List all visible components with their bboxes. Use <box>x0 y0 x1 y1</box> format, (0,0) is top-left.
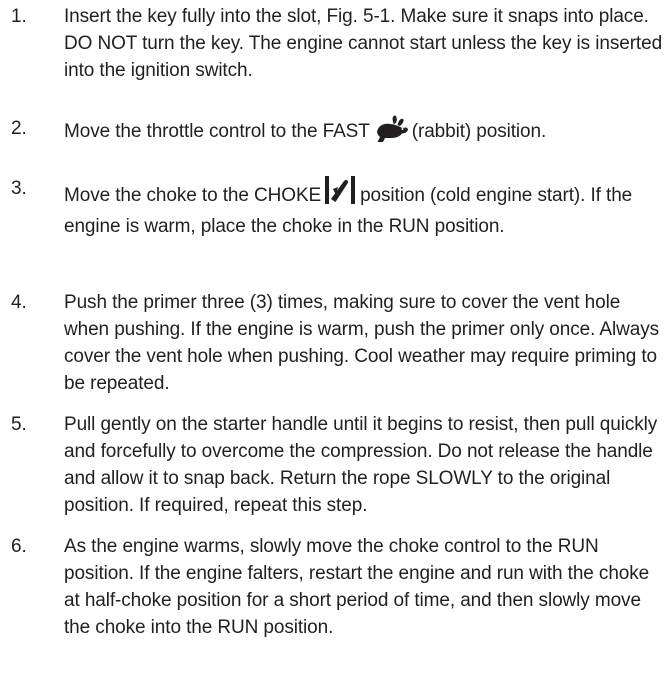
step-text: As the engine warms, slowly move the cho… <box>64 536 650 638</box>
step-number: 5. <box>11 414 27 435</box>
step-text: Insert the key fully into the slot, Fig.… <box>64 6 663 81</box>
step-5: 5. Pull gently on the starter handle unt… <box>0 411 667 519</box>
step-text: Push the primer three (3) times, making … <box>64 292 659 394</box>
step-text: Move the throttle control to the FAST (r… <box>64 115 548 151</box>
step-2: 2. Move the throttle control to the FAST… <box>0 115 548 151</box>
step-number: 6. <box>11 536 27 557</box>
step-3: 3. Move the choke to the CHOKE position … <box>0 175 667 240</box>
step-text-after-icon: (rabbit) position. <box>411 121 547 142</box>
step-text-before-icon: Move the choke to the CHOKE <box>64 185 322 206</box>
rabbit-icon <box>375 115 409 151</box>
step-text: Pull gently on the starter handle until … <box>64 414 658 516</box>
step-number: 4. <box>11 292 27 313</box>
step-6: 6. As the engine warms, slowly move the … <box>0 533 667 641</box>
step-4: 4. Push the primer three (3) times, maki… <box>0 289 667 397</box>
step-1: 1. Insert the key fully into the slot, F… <box>0 3 667 84</box>
step-number: 1. <box>11 6 27 27</box>
step-text: Move the choke to the CHOKE position (co… <box>64 175 667 240</box>
choke-icon <box>323 175 357 213</box>
step-number: 2. <box>11 118 27 139</box>
step-text-before-icon: Move the throttle control to the FAST <box>64 121 370 142</box>
step-number: 3. <box>11 178 27 199</box>
